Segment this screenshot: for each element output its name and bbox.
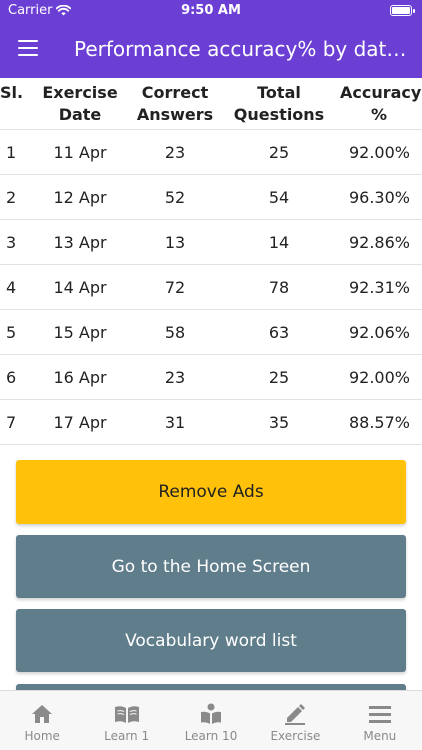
cell-total: 63 <box>268 323 290 342</box>
nav-item-learn-10[interactable]: Learn 10 <box>169 691 253 750</box>
nav-label: Learn 10 <box>184 729 238 743</box>
book-open-icon <box>114 703 140 725</box>
status-bar: Carrier 9:50 AM <box>0 0 422 22</box>
hamburger-menu-icon[interactable] <box>18 40 38 56</box>
cell-correct: 31 <box>164 413 186 432</box>
cell-date: 13 Apr <box>53 233 107 252</box>
nav-item-learn-1[interactable]: Learn 1 <box>84 691 168 750</box>
battery-icon <box>390 5 415 16</box>
table-header: Sl. Exercise Date Correct Answers Total Que… <box>0 78 422 130</box>
table-row: 4 14 Apr 72 78 92.31% <box>0 265 422 310</box>
cell-correct: 13 <box>164 233 186 252</box>
header-exercise-date: Exercise Date <box>42 83 118 124</box>
app-bar: Performance accuracy% by date ... <box>0 22 422 78</box>
vocabulary-list-label: Vocabulary word list <box>125 630 297 651</box>
nav-label: Home <box>24 729 60 743</box>
nav-label: Menu <box>363 729 397 743</box>
nav-label: Exercise <box>270 729 321 743</box>
pencil-icon <box>282 703 308 725</box>
cell-sl: 6 <box>6 368 17 387</box>
cell-accuracy: 92.06% <box>348 323 410 342</box>
table-row: 3 13 Apr 13 14 92.86% <box>0 220 422 265</box>
table-row: 2 12 Apr 52 54 96.30% <box>0 175 422 220</box>
nav-label: Learn 1 <box>104 729 150 743</box>
cell-total: 25 <box>268 368 290 387</box>
cell-total: 14 <box>268 233 290 252</box>
table-row: 7 17 Apr 31 35 88.57% <box>0 400 422 445</box>
cell-correct: 23 <box>164 143 186 162</box>
table-row: 1 11 Apr 23 25 92.00% <box>0 130 422 175</box>
header-accuracy: Accuracy% <box>340 83 422 124</box>
cell-date: 16 Apr <box>53 368 107 387</box>
reader-icon <box>198 703 224 725</box>
nav-item-home[interactable]: Home <box>0 691 84 750</box>
cell-correct: 52 <box>164 188 186 207</box>
cell-accuracy: 96.30% <box>348 188 410 207</box>
vocabulary-list-button[interactable]: Vocabulary word list <box>16 609 406 672</box>
cell-sl: 2 <box>6 188 17 207</box>
cell-correct: 58 <box>164 323 186 342</box>
nav-item-menu[interactable]: Menu <box>338 691 422 750</box>
nav-item-exercise[interactable]: Exercise <box>253 691 337 750</box>
cell-accuracy: 92.31% <box>348 278 410 297</box>
cell-accuracy: 88.57% <box>348 413 410 432</box>
page-title: Performance accuracy% by date ... <box>74 37 414 61</box>
cell-date: 12 Apr <box>53 188 107 207</box>
header-total-questions: Total Questions <box>233 83 325 124</box>
cell-total: 54 <box>268 188 290 207</box>
cell-sl: 4 <box>6 278 17 297</box>
cell-correct: 72 <box>164 278 186 297</box>
cell-date: 11 Apr <box>53 143 107 162</box>
cell-date: 14 Apr <box>53 278 107 297</box>
remove-ads-button[interactable]: Remove Ads <box>16 460 406 524</box>
cell-date: 17 Apr <box>53 413 107 432</box>
header-sl: Sl. <box>0 83 24 102</box>
table-row: 6 16 Apr 23 25 92.00% <box>0 355 422 400</box>
cell-sl: 1 <box>6 143 17 162</box>
header-correct-answers: Correct Answers <box>136 83 214 124</box>
cell-date: 15 Apr <box>53 323 107 342</box>
home-screen-label: Go to the Home Screen <box>111 556 311 577</box>
bottom-nav: Home Learn 1 Learn 10 Exercise Menu <box>0 690 422 750</box>
cell-accuracy: 92.00% <box>348 143 410 162</box>
cell-sl: 5 <box>6 323 17 342</box>
home-screen-button[interactable]: Go to the Home Screen <box>16 535 406 598</box>
table-row: 5 15 Apr 58 63 92.06% <box>0 310 422 355</box>
cell-total: 35 <box>268 413 290 432</box>
cell-sl: 7 <box>6 413 17 432</box>
cell-total: 25 <box>268 143 290 162</box>
cell-sl: 3 <box>6 233 17 252</box>
cell-accuracy: 92.00% <box>348 368 410 387</box>
performance-table: Sl. Exercise Date Correct Answers Total Que… <box>0 78 422 445</box>
status-time: 9:50 AM <box>181 3 241 18</box>
home-icon <box>29 703 55 725</box>
remove-ads-label: Remove Ads <box>158 482 264 502</box>
cell-total: 78 <box>268 278 290 297</box>
cell-accuracy: 92.86% <box>348 233 410 252</box>
menu-icon <box>367 703 393 725</box>
cell-correct: 23 <box>164 368 186 387</box>
